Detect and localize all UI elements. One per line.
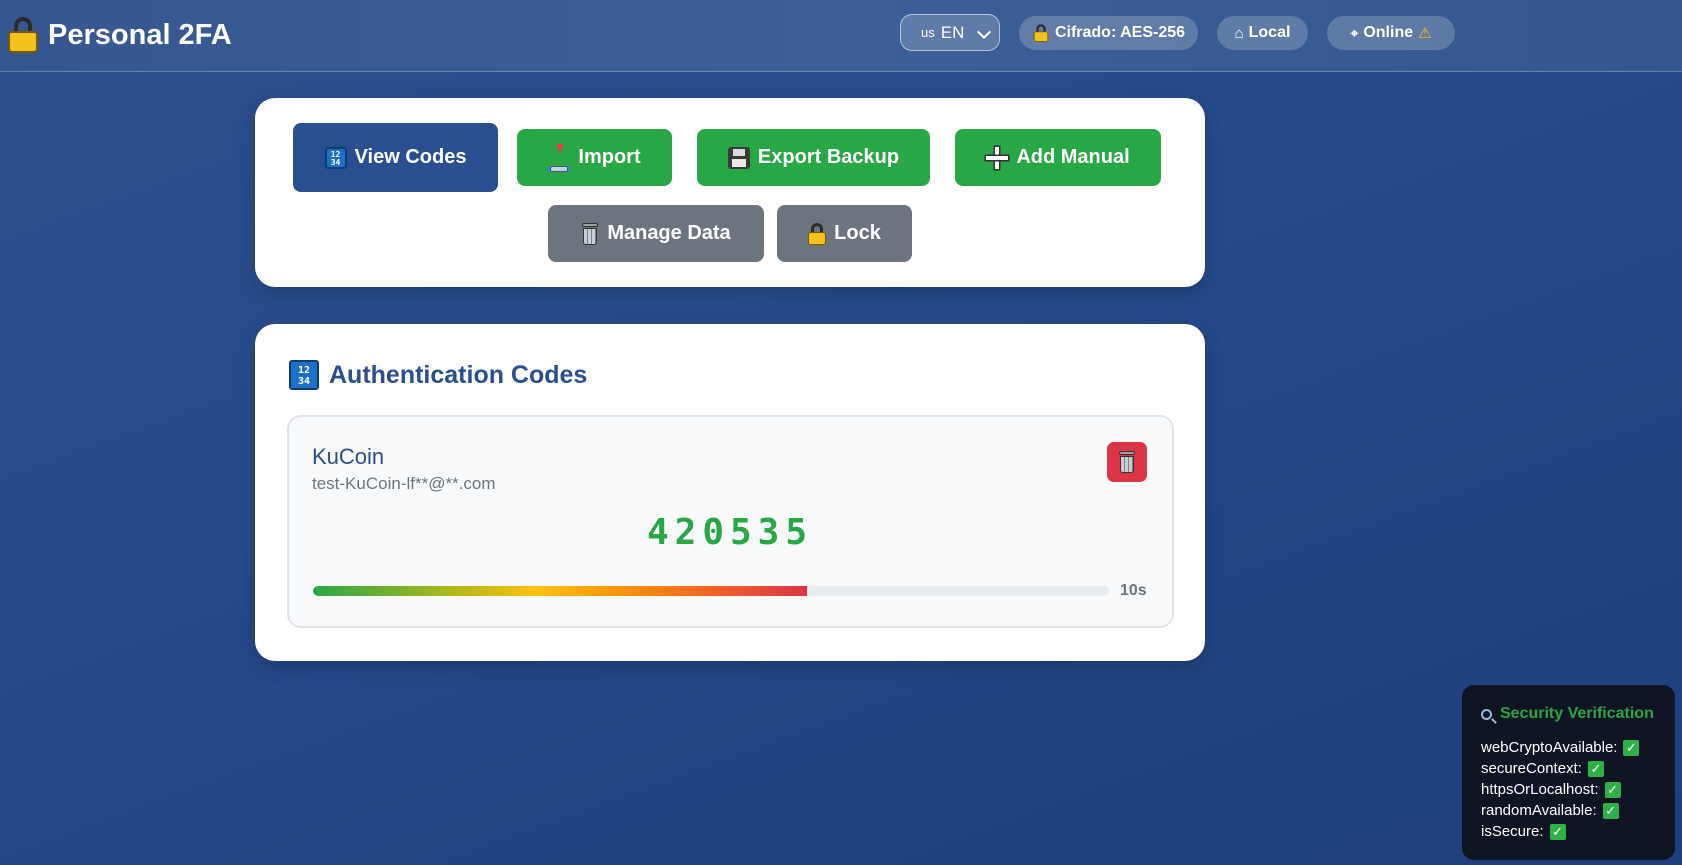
flag-icon: us <box>921 25 935 40</box>
check-mark-icon: ✓ <box>1604 781 1621 798</box>
security-check-row: secureContext: ✓ <box>1481 758 1675 779</box>
countdown-timer: 10s <box>1120 582 1147 599</box>
numbers-icon: 12 34 <box>324 146 347 169</box>
check-mark-icon: ✓ <box>1602 802 1619 819</box>
app-title: Personal 2FA <box>48 18 232 51</box>
security-panel-title-label: Security Verification <box>1500 705 1654 722</box>
view-codes-button[interactable]: 12 34 View Codes <box>293 123 498 192</box>
service-name: KuCoin <box>312 444 385 469</box>
connection-badge: ⌖ Online ⚠ <box>1327 16 1455 50</box>
language-label: EN <box>940 22 965 42</box>
connection-label: Online <box>1363 24 1414 41</box>
security-verification-panel: Security Verification webCryptoAvailable… <box>1462 685 1675 860</box>
trash-icon <box>581 222 599 245</box>
countdown-progress-bar <box>313 586 1109 596</box>
numbers-icon: 12 34 <box>289 360 319 390</box>
countdown-progress-fill <box>313 586 807 596</box>
satellite-icon: ⌖ <box>1350 24 1359 41</box>
security-check-row: randomAvailable: ✓ <box>1481 800 1675 821</box>
lock-icon <box>808 222 827 245</box>
security-check-row: isSecure: ✓ <box>1481 821 1675 842</box>
security-check-label: randomAvailable: <box>1481 802 1597 819</box>
section-title: 12 34 Authentication Codes <box>289 358 587 392</box>
view-codes-label: View Codes <box>354 146 467 168</box>
encryption-label: Cifrado: AES-256 <box>1054 24 1186 41</box>
lock-button[interactable]: Lock <box>777 205 912 262</box>
delete-code-button[interactable] <box>1107 442 1147 482</box>
language-select[interactable]: us EN <box>900 14 1000 51</box>
security-check-label: httpsOrLocalhost: <box>1481 781 1599 798</box>
export-backup-button[interactable]: Export Backup <box>697 129 930 186</box>
import-label: Import <box>578 146 641 168</box>
section-title-label: Authentication Codes <box>329 360 588 389</box>
inbox-tray-icon <box>548 143 571 172</box>
storage-label: Local <box>1248 24 1291 41</box>
app-brand: Personal 2FA <box>8 14 232 56</box>
trash-icon <box>1118 451 1136 473</box>
plus-icon <box>986 146 1009 169</box>
lock-icon <box>8 17 38 53</box>
security-check-label: webCryptoAvailable: <box>1481 739 1618 756</box>
otp-code[interactable]: 420535 <box>600 512 860 553</box>
floppy-disk-icon <box>727 146 750 169</box>
check-mark-icon: ✓ <box>1549 823 1566 840</box>
security-check-label: secureContext: <box>1481 760 1582 777</box>
security-panel-title: Security Verification <box>1481 705 1675 723</box>
import-button[interactable]: Import <box>517 129 672 186</box>
check-mark-icon: ✓ <box>1623 739 1640 756</box>
check-mark-icon: ✓ <box>1587 760 1604 777</box>
warning-icon: ⚠ <box>1418 25 1432 42</box>
encryption-badge: Cifrado: AES-256 <box>1019 16 1198 50</box>
chevron-down-icon <box>976 24 992 40</box>
lock-icon <box>1033 24 1049 42</box>
manage-data-button[interactable]: Manage Data <box>548 205 764 262</box>
app-header: Personal 2FA us EN Cifrado: AES-256 ⌂ Lo… <box>0 0 1682 72</box>
account-name: test-KuCoin-lf**@**.com <box>312 474 496 493</box>
magnifier-icon <box>1481 708 1492 720</box>
house-icon: ⌂ <box>1234 24 1244 42</box>
lock-label: Lock <box>834 222 881 244</box>
security-check-row: webCryptoAvailable: ✓ <box>1481 737 1675 758</box>
storage-badge: ⌂ Local <box>1217 16 1308 50</box>
add-manual-button[interactable]: Add Manual <box>955 129 1161 186</box>
manage-data-label: Manage Data <box>607 222 731 244</box>
security-check-row: httpsOrLocalhost: ✓ <box>1481 779 1675 800</box>
security-check-label: isSecure: <box>1481 823 1544 840</box>
export-backup-label: Export Backup <box>757 146 900 168</box>
add-manual-label: Add Manual <box>1016 146 1130 168</box>
